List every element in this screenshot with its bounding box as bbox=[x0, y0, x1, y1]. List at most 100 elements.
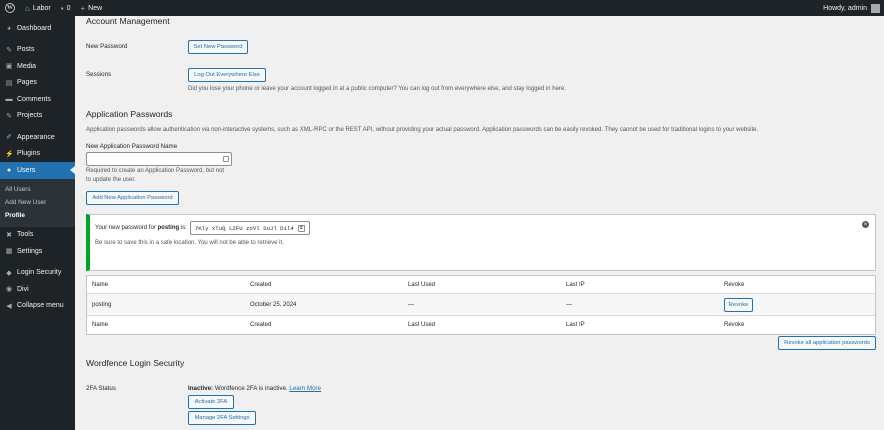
application-passwords-description: Application passwords allow authenticati… bbox=[86, 127, 759, 133]
menu-item-tools[interactable]: ✖ Tools bbox=[0, 227, 75, 244]
new-password-label: New Password bbox=[86, 43, 128, 50]
my-account-menu[interactable]: Howdy, admin bbox=[818, 0, 884, 16]
page-icon: ▤ bbox=[5, 79, 13, 87]
admin-menu: ◕ Dashboard ✎ Posts ▣ Media ▤ Pages ▬ Comment… bbox=[0, 16, 75, 430]
menu-item-label: Pages bbox=[17, 79, 37, 87]
pin-icon: ✎ bbox=[6, 46, 12, 54]
notice-prefix: Your new password for bbox=[95, 225, 156, 231]
new-content-link[interactable]: + New bbox=[76, 0, 108, 16]
menu-item-posts[interactable]: ✎ Posts bbox=[0, 42, 75, 59]
activate-2fa-button[interactable]: Activate 2FA bbox=[188, 395, 234, 409]
menu-item-pages[interactable]: ▤ Pages bbox=[0, 75, 75, 92]
menu-item-label: Media bbox=[17, 62, 37, 70]
app-password-help-line2: to update the user. bbox=[86, 177, 136, 183]
table-header-row: Name Created Last Used Last IP Revoke bbox=[87, 276, 875, 294]
howdy-text: Howdy, admin bbox=[823, 4, 867, 12]
inactive-label: Inactive: bbox=[188, 385, 214, 392]
menu-item-label: Posts bbox=[17, 46, 35, 54]
dashboard-icon: ◕ bbox=[6, 24, 12, 32]
notice-warning: Be sure to save this in a safe location.… bbox=[95, 240, 284, 246]
notice-suffix: is: bbox=[180, 225, 187, 231]
menu-item-media[interactable]: ▣ Media bbox=[0, 58, 75, 75]
table-row: posting October 25, 2024 — — Revoke bbox=[87, 294, 875, 316]
comment-icon: ▪ bbox=[60, 3, 64, 13]
column-footer-created: Created bbox=[250, 322, 272, 328]
column-header-last-ip: Last IP bbox=[566, 281, 585, 288]
menu-item-label: Collapse menu bbox=[17, 302, 64, 310]
column-footer-last-ip: Last IP bbox=[566, 322, 585, 328]
app-password-name-input[interactable] bbox=[86, 152, 232, 166]
users-submenu: All Users Add New User Profile bbox=[0, 178, 75, 227]
main-content: Account Management New Password Set New … bbox=[75, 16, 884, 430]
new-password-line: Your new password for posting is: 7Kly x… bbox=[95, 221, 310, 235]
cell-last-used: — bbox=[408, 301, 414, 308]
comments-count: 0 bbox=[66, 4, 71, 12]
menu-item-users[interactable]: ● Users bbox=[0, 162, 75, 179]
pin-icon: ✎ bbox=[6, 112, 12, 120]
revoke-all-app-passwords-button[interactable]: Revoke all application passwords bbox=[778, 336, 876, 350]
column-header-created: Created bbox=[250, 281, 272, 288]
wrench-icon: ✖ bbox=[6, 231, 12, 239]
cell-name: posting bbox=[92, 301, 112, 308]
new-label: New bbox=[88, 4, 103, 12]
menu-item-label: Settings bbox=[17, 247, 43, 255]
account-management-heading: Account Management bbox=[86, 16, 170, 26]
app-password-help-line1: Required to create an Application Passwo… bbox=[86, 168, 225, 174]
menu-item-projects[interactable]: ✎ Projects bbox=[0, 108, 75, 125]
column-footer-last-used: Last Used bbox=[408, 322, 436, 328]
home-icon: ⌂ bbox=[25, 3, 30, 13]
wordpress-logo-menu[interactable]: W bbox=[0, 0, 20, 16]
app-passwords-table: Name Created Last Used Last IP Revoke po… bbox=[86, 275, 876, 335]
column-footer-name: Name bbox=[92, 322, 109, 328]
revoke-button[interactable]: Revoke bbox=[724, 297, 753, 312]
new-password-notice: Your new password for posting is: 7Kly x… bbox=[86, 214, 876, 271]
submenu-all-users[interactable]: All Users bbox=[0, 183, 75, 196]
submenu-add-new-user[interactable]: Add New User bbox=[0, 196, 75, 209]
dismiss-notice-icon[interactable]: × bbox=[862, 221, 869, 228]
column-header-last-used: Last Used bbox=[408, 281, 436, 288]
cell-created: October 25, 2024 bbox=[250, 301, 297, 308]
menu-item-dashboard[interactable]: ◕ Dashboard bbox=[0, 20, 75, 37]
notice-app-name: posting bbox=[157, 225, 180, 231]
comment-icon: ▬ bbox=[5, 95, 13, 103]
new-password-value: 7Kly xTuQ LZFU zoVl SuJl Dil4 bbox=[194, 224, 294, 232]
site-name: Labor bbox=[32, 4, 51, 12]
admin-bar: W ⌂ Labor ▪ 0 + New Howdy, admin bbox=[0, 0, 884, 16]
2fa-status-text: Inactive: Wordfence 2FA is inactive. Lea… bbox=[188, 385, 321, 392]
menu-item-login-security[interactable]: ◆ Login Security bbox=[0, 265, 75, 282]
2fa-status-label: 2FA Status bbox=[86, 385, 116, 392]
set-new-password-button[interactable]: Set New Password bbox=[188, 40, 248, 54]
divi-icon: ◉ bbox=[5, 286, 13, 294]
settings-icon: ▦ bbox=[5, 248, 13, 256]
menu-item-appearance[interactable]: ✐ Appearance bbox=[0, 129, 75, 146]
menu-item-label: Login Security bbox=[17, 269, 62, 277]
comments-link[interactable]: ▪ 0 bbox=[56, 0, 76, 16]
learn-more-link[interactable]: Learn More bbox=[289, 385, 321, 392]
manage-2fa-settings-button[interactable]: Manage 2FA Settings bbox=[188, 411, 256, 425]
add-new-app-password-button[interactable]: Add New Application Password bbox=[86, 191, 179, 205]
sessions-description: Did you lose your phone or leave your ac… bbox=[188, 86, 566, 92]
avatar bbox=[871, 3, 880, 13]
password-manager-icon[interactable] bbox=[223, 156, 229, 162]
menu-item-settings[interactable]: ▦ Settings bbox=[0, 243, 75, 260]
user-icon: ● bbox=[6, 166, 12, 174]
menu-item-label: Comments bbox=[17, 95, 51, 103]
menu-item-label: Users bbox=[17, 166, 36, 174]
menu-item-label: Dashboard bbox=[17, 24, 52, 32]
column-footer-revoke: Revoke bbox=[724, 322, 745, 328]
plus-icon: + bbox=[80, 3, 86, 13]
menu-item-divi[interactable]: ◉ Divi bbox=[0, 281, 75, 298]
cell-last-ip: — bbox=[566, 301, 572, 308]
brush-icon: ✐ bbox=[6, 134, 12, 142]
menu-item-comments[interactable]: ▬ Comments bbox=[0, 91, 75, 108]
menu-item-collapse[interactable]: ◀ Collapse menu bbox=[0, 298, 75, 315]
submenu-profile[interactable]: Profile bbox=[0, 209, 75, 222]
sessions-label: Sessions bbox=[86, 71, 112, 78]
table-footer-row: Name Created Last Used Last IP Revoke bbox=[87, 316, 875, 334]
site-name-link[interactable]: ⌂ Labor bbox=[20, 0, 56, 16]
copy-icon[interactable]: ⧉ bbox=[297, 224, 305, 232]
menu-item-plugins[interactable]: ⚡ Plugins bbox=[0, 146, 75, 163]
new-password-field[interactable]: 7Kly xTuQ LZFU zoVl SuJl Dil4 ⧉ bbox=[189, 221, 310, 235]
media-icon: ▣ bbox=[5, 63, 13, 71]
log-out-everywhere-button[interactable]: Log Out Everywhere Else bbox=[188, 68, 266, 82]
